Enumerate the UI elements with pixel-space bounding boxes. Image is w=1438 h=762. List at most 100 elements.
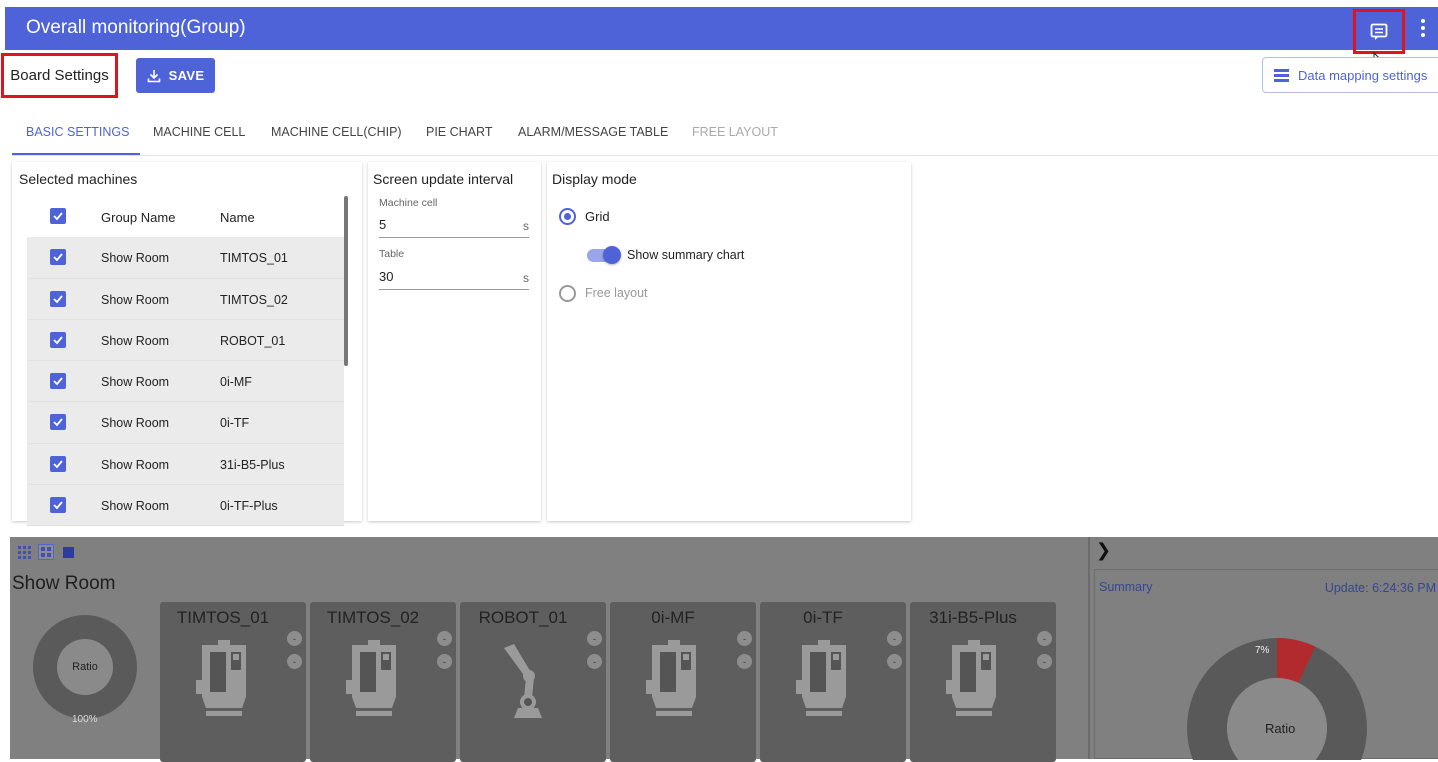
board-settings-label: Board Settings [1, 53, 118, 98]
select-all-checkbox[interactable] [50, 208, 66, 224]
row-checkbox[interactable] [50, 414, 66, 431]
table-row[interactable]: Show Room 31i-B5-Plus [27, 443, 344, 486]
grid-radio-label: Grid [585, 209, 610, 224]
checkmark-icon [53, 418, 63, 427]
chevron-right-icon[interactable]: ❯ [1096, 540, 1111, 561]
cnc-machine-icon [196, 640, 246, 716]
machine-cell-interval-field[interactable]: 5 s [379, 212, 529, 238]
table-interval-value: 30 [379, 269, 394, 284]
table-interval-unit: s [523, 271, 529, 285]
save-button[interactable]: SAVE [136, 58, 215, 93]
machine-cell-title: TIMTOS_02 [326, 608, 420, 627]
row-group-name: Show Room [101, 251, 170, 266]
machine-status-badge: - [287, 654, 302, 669]
table-row[interactable]: Show Room 0i-TF-Plus [27, 485, 344, 527]
more-vert-icon[interactable] [1413, 14, 1433, 42]
checkmark-icon [53, 377, 63, 386]
cnc-machine-icon [346, 640, 396, 716]
group-title: Show Room [12, 573, 116, 594]
save-button-label: SAVE [168, 68, 205, 83]
tab-pie-chart[interactable]: PIE CHART [426, 125, 492, 139]
row-machine-name: 0i-MF [220, 375, 252, 390]
machine-status-badge: - [737, 654, 752, 669]
small-grid-view-icon[interactable] [16, 544, 32, 560]
message-board-button[interactable] [1353, 9, 1405, 54]
machines-table: Group Name Name Show Room TIMTOS_01 Show R… [27, 196, 344, 527]
row-checkbox[interactable] [50, 249, 66, 266]
machine-cell-card[interactable]: 0i-MF - - [610, 602, 756, 762]
table-interval-field[interactable]: 30 s [379, 264, 529, 290]
table-row[interactable]: Show Room 0i-TF [27, 402, 344, 444]
row-checkbox[interactable] [50, 331, 66, 348]
row-checkbox[interactable] [50, 455, 66, 472]
display-mode-card: Display mode Grid Show summary chart Fre… [547, 162, 911, 521]
machine-cell-interval-unit: s [523, 219, 529, 233]
row-group-name: Show Room [101, 457, 170, 472]
table-row[interactable]: Show Room TIMTOS_01 [27, 237, 344, 279]
checkmark-icon [53, 501, 63, 510]
grid-radio[interactable] [559, 208, 576, 225]
row-group-name: Show Room [101, 333, 170, 348]
summary-donut [1187, 638, 1367, 760]
table-row[interactable]: Show Room TIMTOS_02 [27, 278, 344, 320]
machine-cell-title: ROBOT_01 [478, 608, 568, 627]
row-group-name: Show Room [101, 292, 170, 307]
row-group-name: Show Room [101, 375, 170, 390]
machine-cell-title: 31i-B5-Plus [929, 608, 1017, 627]
app-title: Overall monitoring(Group) [26, 17, 246, 38]
tab-basic-settings[interactable]: BASIC SETTINGS [26, 125, 130, 139]
tab-alarm-message-table[interactable]: ALARM/MESSAGE TABLE [518, 125, 668, 139]
download-icon [147, 69, 160, 82]
column-header-name: Name [220, 210, 255, 225]
summary-ratio-label: Ratio [1265, 721, 1296, 736]
machine-status-badge: - [287, 631, 302, 646]
row-group-name: Show Room [101, 416, 170, 431]
cnc-machine-icon [646, 640, 696, 716]
machine-cell-card[interactable]: ROBOT_01 - - [460, 602, 606, 762]
selected-machines-card: Selected machines Group Name Name Show R… [12, 162, 362, 527]
machine-cell-card[interactable]: TIMTOS_02 - - [310, 602, 456, 762]
tab-machine-cell-chip[interactable]: MACHINE CELL(CHIP) [271, 125, 402, 139]
group-ratio-label: Ratio [57, 639, 113, 695]
free-layout-radio[interactable] [559, 285, 576, 302]
table-row[interactable]: Show Room ROBOT_01 [27, 319, 344, 362]
row-checkbox[interactable] [50, 497, 66, 514]
active-tab-indicator [12, 153, 140, 155]
checkmark-icon [53, 336, 63, 345]
machine-status-badge: - [1037, 654, 1052, 669]
selected-machines-title: Selected machines [19, 171, 138, 187]
row-machine-name: TIMTOS_01 [220, 251, 288, 266]
settings-tabs: BASIC SETTINGS MACHINE CELL MACHINE CELL… [12, 116, 1438, 156]
machine-cell-card[interactable]: 0i-TF - - [760, 602, 906, 762]
table-row[interactable]: Show Room 0i-MF [27, 361, 344, 403]
row-checkbox[interactable] [50, 373, 66, 390]
screen-update-title: Screen update interval [373, 171, 514, 187]
board-preview: Show Room Ratio 100% TIMTOS_01- - TIMTOS_0… [10, 537, 1438, 762]
preview-divider [1088, 537, 1090, 759]
data-mapping-settings-label: Data mapping settings [1298, 67, 1428, 83]
row-machine-name: 31i-B5-Plus [220, 457, 285, 472]
machine-cell-title: TIMTOS_01 [176, 608, 270, 627]
free-layout-label: Free layout [585, 286, 648, 300]
machine-cell-card[interactable]: 31i-B5-Plus - - [910, 602, 1056, 762]
tab-free-layout[interactable]: FREE LAYOUT [692, 125, 778, 139]
robot-arm-icon [504, 644, 542, 718]
machine-status-badge: - [587, 654, 602, 669]
row-checkbox[interactable] [50, 290, 66, 307]
machine-status-badge: - [587, 631, 602, 646]
checkmark-icon [53, 295, 63, 303]
table-label: Table [379, 248, 405, 260]
data-mapping-settings-button[interactable]: Data mapping settings [1262, 57, 1438, 93]
table-scrollbar[interactable] [344, 196, 348, 366]
machine-cell-card[interactable]: TIMTOS_01 - - [160, 602, 306, 762]
message-board-icon [1370, 23, 1388, 40]
large-view-icon[interactable] [60, 544, 76, 560]
table-header-row: Group Name Name [27, 196, 344, 238]
medium-grid-view-icon[interactable] [38, 544, 54, 560]
app-bar: Overall monitoring(Group) [5, 7, 1438, 54]
machine-status-badge: - [887, 631, 902, 646]
display-mode-title: Display mode [552, 171, 637, 187]
tab-machine-cell[interactable]: MACHINE CELL [153, 125, 245, 139]
summary-chart-toggle-thumb[interactable] [603, 246, 621, 264]
machine-status-badge: - [437, 654, 452, 669]
